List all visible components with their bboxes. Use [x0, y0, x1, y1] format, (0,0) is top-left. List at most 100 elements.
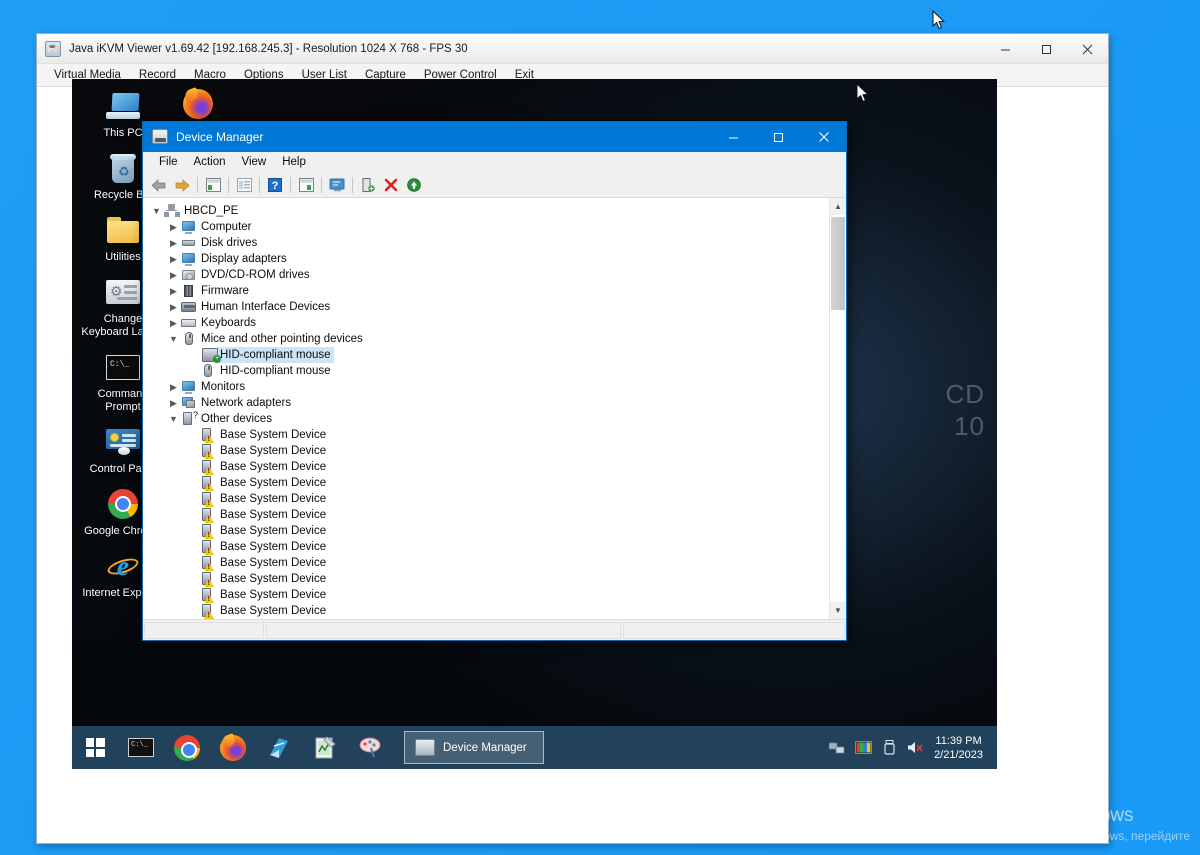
display-tray-icon[interactable] — [850, 726, 876, 769]
tree-row-label: Base System Device — [220, 443, 326, 459]
taskbar-task-device-manager[interactable]: Device Manager — [404, 731, 544, 764]
tree-row-network-adapters[interactable]: ▶ Network adapters — [149, 395, 829, 411]
taskbar-task-label: Device Manager — [443, 742, 527, 754]
scrollbar-thumb[interactable] — [831, 217, 845, 310]
maximize-icon[interactable] — [1026, 34, 1067, 64]
google-chrome-icon — [104, 485, 142, 523]
add-legacy-hardware-icon[interactable] — [357, 175, 379, 196]
chevron-right-icon[interactable]: ▶ — [166, 399, 181, 408]
volume-muted-tray-icon[interactable] — [902, 726, 928, 769]
command-prompt-icon[interactable]: C:\_ — [118, 726, 164, 769]
chevron-right-icon[interactable]: ▶ — [166, 239, 181, 248]
tree-row-other-devices[interactable]: ▼ ? Other devices — [149, 411, 829, 427]
maximize-icon[interactable] — [756, 122, 801, 152]
minimize-icon[interactable] — [985, 34, 1026, 64]
chevron-right-icon[interactable]: ▶ — [166, 223, 181, 232]
taskbar: C:\_ — [72, 726, 997, 769]
warning-device-icon — [200, 444, 216, 458]
tree-row-base-system-device[interactable]: Base System Device — [149, 587, 829, 603]
tree-row-root[interactable]: ▼ HBCD_PE — [149, 203, 829, 219]
google-chrome-icon[interactable] — [164, 726, 210, 769]
tree-row-base-system-device[interactable]: Base System Device — [149, 507, 829, 523]
enable-device-icon[interactable] — [403, 175, 425, 196]
tree-row-base-system-device[interactable]: Base System Device — [149, 427, 829, 443]
desktop-icon-firefox[interactable] — [175, 87, 221, 121]
kvm-window-title: Java iKVM Viewer v1.69.42 [192.168.245.3… — [69, 43, 468, 55]
chevron-right-icon[interactable]: ▶ — [166, 303, 181, 312]
chevron-down-icon[interactable]: ▼ — [166, 335, 181, 344]
scroll-down-icon[interactable]: ▼ — [830, 602, 846, 619]
close-icon[interactable] — [801, 122, 846, 152]
clock-date: 2/21/2023 — [934, 748, 983, 762]
chevron-down-icon[interactable]: ▼ — [166, 415, 181, 424]
device-manager-window-buttons — [711, 122, 846, 152]
device-tree-scrollbar[interactable]: ▲ ▼ — [829, 198, 846, 619]
menu-view[interactable]: View — [234, 154, 275, 170]
tree-row-keyboards[interactable]: ▶ Keyboards — [149, 315, 829, 331]
tree-row-base-system-device[interactable]: Base System Device — [149, 459, 829, 475]
chevron-right-icon[interactable]: ▶ — [166, 255, 181, 264]
tree-row-firmware[interactable]: ▶ Firmware — [149, 283, 829, 299]
device-tree[interactable]: ▼ HBCD_PE ▶ Computer ▶ Disk drives — [143, 198, 829, 619]
scrollbar-track[interactable] — [830, 215, 846, 602]
scroll-up-icon[interactable]: ▲ — [830, 198, 846, 215]
warning-device-icon — [200, 492, 216, 506]
wallpaper-text-faint — [970, 464, 977, 493]
tree-row-label: Base System Device — [220, 475, 326, 491]
close-icon[interactable] — [1067, 34, 1108, 64]
control-panel-icon — [104, 423, 142, 461]
tree-row-base-system-device[interactable]: Base System Device — [149, 555, 829, 571]
help-icon[interactable]: ? — [264, 175, 286, 196]
update-driver-icon[interactable] — [295, 175, 317, 196]
tree-row-monitors[interactable]: ▶ Monitors — [149, 379, 829, 395]
tree-row-base-system-device[interactable]: Base System Device — [149, 491, 829, 507]
device-manager-title: Device Manager — [176, 130, 263, 144]
tree-row-base-system-device[interactable]: Base System Device — [149, 603, 829, 619]
desktop-icon-label: This PC — [103, 127, 142, 140]
device-manager-window: Device Manager File Action View Help — [142, 121, 847, 641]
tree-row-base-system-device[interactable]: Base System Device — [149, 571, 829, 587]
device-manager-title-bar[interactable]: Device Manager — [143, 122, 846, 152]
menu-help[interactable]: Help — [274, 154, 314, 170]
tree-row-hid-compliant-mouse[interactable]: HID-compliant mouse — [149, 363, 829, 379]
chevron-right-icon[interactable]: ▶ — [166, 271, 181, 280]
network-tray-icon[interactable] — [824, 726, 850, 769]
minimize-icon[interactable] — [711, 122, 756, 152]
tree-row-computer[interactable]: ▶ Computer — [149, 219, 829, 235]
tree-row-base-system-device[interactable]: Base System Device — [149, 475, 829, 491]
show-hide-console-tree-icon[interactable] — [202, 175, 224, 196]
chevron-right-icon[interactable]: ▶ — [166, 383, 181, 392]
chevron-down-icon[interactable]: ▼ — [149, 207, 164, 216]
scan-hardware-changes-icon[interactable] — [326, 175, 348, 196]
paint-icon[interactable] — [348, 726, 394, 769]
tree-row-base-system-device[interactable]: Base System Device — [149, 443, 829, 459]
properties-icon[interactable] — [233, 175, 255, 196]
tree-row-base-system-device[interactable]: Base System Device — [149, 539, 829, 555]
firefox-icon[interactable] — [210, 726, 256, 769]
firefox-icon — [181, 87, 215, 121]
taskbar-clock[interactable]: 11:39 PM 2/21/2023 — [928, 734, 993, 762]
notepad-icon[interactable] — [256, 726, 302, 769]
tree-row-dvd-cdrom-drives[interactable]: ▶ DVD/CD-ROM drives — [149, 267, 829, 283]
monitor-icon — [181, 220, 197, 234]
forward-icon[interactable] — [171, 175, 193, 196]
chevron-right-icon[interactable]: ▶ — [166, 319, 181, 328]
chevron-right-icon[interactable]: ▶ — [166, 287, 181, 296]
menu-file[interactable]: File — [151, 154, 186, 170]
editor-icon[interactable] — [302, 726, 348, 769]
clock-time: 11:39 PM — [934, 734, 983, 748]
menu-action[interactable]: Action — [186, 154, 234, 170]
windows-start-icon[interactable] — [72, 726, 118, 769]
toolbar-separator — [259, 177, 260, 193]
tree-row-display-adapters[interactable]: ▶ Display adapters — [149, 251, 829, 267]
back-icon[interactable] — [148, 175, 170, 196]
usb-eject-tray-icon[interactable] — [876, 726, 902, 769]
uninstall-device-icon[interactable] — [380, 175, 402, 196]
tree-row-disk-drives[interactable]: ▶ Disk drives — [149, 235, 829, 251]
tree-row-hid-compliant-mouse-selected[interactable]: + HID-compliant mouse — [149, 347, 829, 363]
tree-row-label: HID-compliant mouse — [220, 363, 331, 379]
remote-desktop-screen[interactable]: CD 10 This PC ♻ Recycle Bin Utilities — [72, 79, 997, 769]
tree-row-human-interface-devices[interactable]: ▶ Human Interface Devices — [149, 299, 829, 315]
tree-row-mice-and-other-pointing-devices[interactable]: ▼ Mice and other pointing devices — [149, 331, 829, 347]
tree-row-base-system-device[interactable]: Base System Device — [149, 523, 829, 539]
